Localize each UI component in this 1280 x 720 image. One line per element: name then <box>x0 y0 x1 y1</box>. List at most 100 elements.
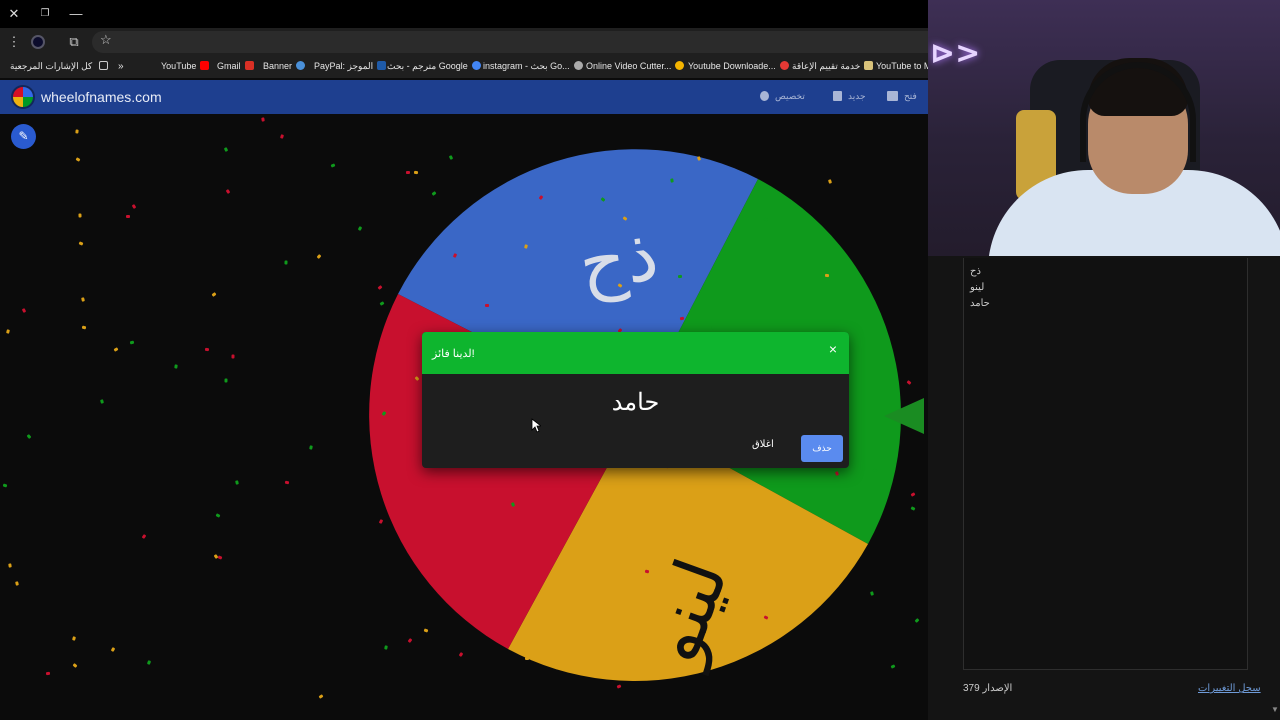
confetti-piece <box>21 307 27 313</box>
confetti-piece <box>687 495 692 500</box>
close-button[interactable]: اغلاق <box>752 439 774 450</box>
confetti-piece <box>357 225 363 231</box>
confetti-piece <box>100 399 105 404</box>
confetti-piece <box>125 215 130 219</box>
confetti-piece <box>129 340 135 345</box>
video-cutter-icon <box>675 61 685 70</box>
youtube-icon <box>200 61 210 70</box>
bookmark-instagram[interactable]: instagram - بحث Go... <box>483 61 583 72</box>
confetti-piece <box>405 170 410 174</box>
open-label: فتح <box>904 91 917 101</box>
bookmark-translate[interactable]: مترجم - بحث Google <box>387 61 481 72</box>
confetti-piece <box>691 579 695 584</box>
confetti-piece <box>174 364 178 370</box>
confetti-piece <box>914 617 920 623</box>
all-bookmarks-folder[interactable]: كل الإشارات المرجعية <box>10 61 108 72</box>
confetti-piece <box>132 203 137 209</box>
confetti-piece <box>75 157 81 163</box>
confetti-piece <box>78 213 82 218</box>
site-title[interactable]: wheelofnames.com <box>41 89 162 105</box>
neon-logo-icon: ⊳> <box>930 36 981 71</box>
confetti-piece <box>423 628 428 633</box>
winner-dialog-header: لدينا فائز! × <box>422 332 849 374</box>
confetti-piece <box>26 433 32 439</box>
restore-window-icon[interactable]: ❐ <box>34 4 56 24</box>
remove-button[interactable]: حذف <box>801 435 843 462</box>
downloader-icon <box>779 61 789 70</box>
bookmark-youtube[interactable]: YouTube <box>161 61 210 71</box>
confetti-piece <box>225 189 231 194</box>
confetti-piece <box>383 644 388 650</box>
confetti-piece <box>75 129 79 135</box>
confetti-piece <box>763 217 769 221</box>
app-header: wheelofnames.com تخصيص جديد فتح <box>0 80 928 114</box>
bookmark-label: YouTube <box>161 61 197 71</box>
address-bar[interactable]: ☆ <box>92 31 928 53</box>
open-button[interactable]: فتح <box>887 91 917 102</box>
wheel-logo-icon[interactable] <box>11 85 35 109</box>
confetti-piece <box>3 483 8 488</box>
confetti-piece <box>224 378 228 384</box>
winner-name: حامد <box>611 389 660 416</box>
confetti-piece <box>81 325 87 330</box>
bookmark-banner[interactable]: Banner <box>263 61 306 71</box>
new-button[interactable]: جديد <box>833 91 866 102</box>
confetti-piece <box>205 347 210 352</box>
close-window-icon[interactable]: ✕ <box>3 4 25 24</box>
version-label: الإصدار 379 <box>963 683 1013 694</box>
google-icon <box>471 61 481 70</box>
palette-icon <box>760 91 769 101</box>
webcam-overlay: ⊳> <box>928 0 1280 256</box>
bookmarks-more-chevron[interactable]: » <box>118 61 124 72</box>
minimize-window-icon[interactable]: — <box>65 4 87 24</box>
all-bookmarks-label: كل الإشارات المرجعية <box>10 61 93 71</box>
confetti-piece <box>231 354 235 359</box>
bookmark-disability-service[interactable]: خدمة تقييم الإعاقة <box>792 61 874 72</box>
bookmark-star-icon[interactable]: ☆ <box>100 32 112 48</box>
profile-avatar-icon[interactable] <box>31 35 45 49</box>
close-icon[interactable]: × <box>829 341 837 357</box>
folder-icon <box>98 61 108 70</box>
bookmark-label: Banner <box>263 61 293 71</box>
scroll-down-arrow-icon[interactable]: ▼ <box>1271 705 1279 714</box>
bookmark-paypal[interactable]: PayPal: الموجز <box>314 61 387 72</box>
confetti-piece <box>616 684 622 689</box>
confetti-piece <box>284 480 290 485</box>
bookmark-label: Online Video Cutter... <box>586 61 672 71</box>
bookmark-gmail[interactable]: Gmail <box>217 61 254 71</box>
confetti-piece <box>524 656 529 661</box>
edit-pencil-icon[interactable]: ✎ <box>11 124 36 149</box>
service-icon <box>864 61 874 70</box>
gmail-icon <box>244 61 254 70</box>
paypal-icon <box>377 61 387 70</box>
confetti-piece <box>910 505 916 511</box>
bookmark-label: PayPal: الموجز <box>314 61 374 71</box>
confetti-piece <box>318 693 324 699</box>
customize-button[interactable]: تخصيص <box>760 91 805 102</box>
bookmark-video-cutter[interactable]: Online Video Cutter... <box>586 61 685 71</box>
folder-icon <box>887 91 898 101</box>
confetti-piece <box>7 563 12 568</box>
confetti-piece <box>223 147 229 153</box>
confetti-piece <box>824 273 829 278</box>
confetti-piece <box>78 241 84 246</box>
confetti-piece <box>72 635 77 641</box>
confetti-piece <box>644 569 650 574</box>
entries-panel: ذح لينو حامد الإصدار 379 سجل التغييرات ▼ <box>928 256 1280 720</box>
confetti-piece <box>141 534 147 540</box>
confetti-piece <box>279 134 284 140</box>
entry-item: لينو <box>970 282 985 293</box>
changelog-link[interactable]: سجل التغييرات <box>1198 683 1261 694</box>
bookmark-label: مترجم - بحث Google <box>387 61 468 71</box>
screen: ✕ ❐ — ⋮ ⧉ ☆ كل الإشارات المرجعية » YouTu… <box>0 0 1280 720</box>
menu-icon[interactable]: ⋮ <box>3 32 25 52</box>
bookmarks-bar: كل الإشارات المرجعية » YouTube Gmail Ban… <box>0 56 936 78</box>
entries-textarea[interactable]: ذح لينو حامد <box>963 258 1248 670</box>
extensions-icon[interactable]: ⧉ <box>63 32 85 52</box>
confetti-piece <box>81 297 86 302</box>
bookmark-youtube-downloader[interactable]: Youtube Downloade... <box>688 61 789 71</box>
confetti-piece <box>670 178 674 183</box>
banner-icon <box>296 61 306 70</box>
customize-label: تخصيص <box>775 91 805 101</box>
confetti-piece <box>15 581 20 586</box>
